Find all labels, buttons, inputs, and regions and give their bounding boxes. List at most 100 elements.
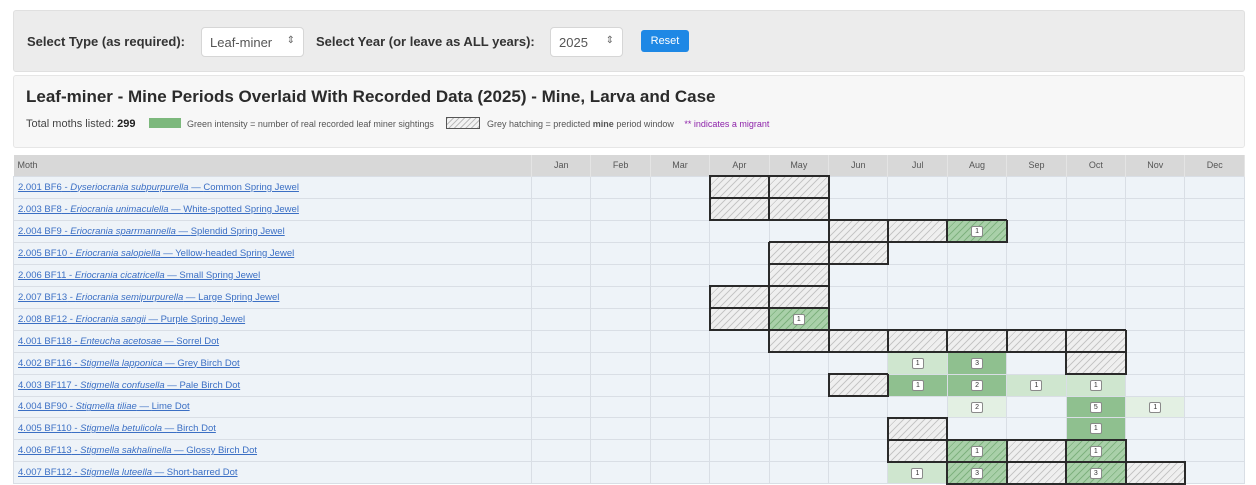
month-cell [1065,219,1127,243]
month-cell [649,197,711,221]
moth-link[interactable]: 2.007 BF13 - Eriocrania semipurpurella —… [18,292,279,303]
moth-code: 4.003 BF117 [18,379,72,391]
month-cell [530,395,592,418]
moth-link[interactable]: 4.003 BF117 - Stigmella confusella — Pal… [18,380,240,391]
moth-latin-name: Eriocrania sparrmannella [70,225,176,237]
month-cell [1184,307,1245,331]
month-cell: 1 [887,351,948,375]
total-label-text: Total moths listed: [26,118,115,130]
moth-latin-name: Eriocrania semipurpurella [75,291,184,303]
month-cell [649,263,711,287]
sighting-count-badge: 1 [911,358,924,370]
moth-link[interactable]: 4.002 BF116 - Stigmella lapponica — Grey… [18,358,240,369]
moth-cell: 4.004 BF90 - Stigmella tiliae — Lime Dot [13,395,532,418]
moth-cell: 4.001 BF118 - Enteucha acetosae — Sorrel… [13,329,532,353]
year-select[interactable]: 2025 ⇕ [550,27,623,57]
mine-period-table: Moth Jan Feb Mar Apr May Jun Jul Aug Sep Oct Nov De… [13,155,1245,485]
month-cell [828,439,889,462]
moth-link[interactable]: 4.004 BF90 - Stigmella tiliae — Lime Dot [18,401,190,412]
table-row: 2.007 BF13 - Eriocrania semipurpurella —… [13,285,1245,309]
type-select-value: Leaf-miner [210,35,273,50]
moth-code: 2.004 BF9 [18,225,62,237]
month-header: Jun [828,155,889,176]
month-cell [1065,329,1127,353]
moth-code: 2.006 BF11 [18,269,67,281]
month-cell [886,438,949,463]
month-cell [828,417,889,440]
year-select-label: Select Year (or leave as ALL years): [316,34,535,49]
moth-latin-name: Stigmella lapponica [80,357,163,369]
month-cell [590,329,651,353]
month-cell [709,417,770,440]
month-cell [590,417,651,440]
moth-common-name: Splendid Spring Jewel [190,225,285,237]
moth-link[interactable]: 2.005 BF10 - Eriocrania salopiella — Yel… [18,248,294,259]
month-cell [649,219,711,243]
month-cell [768,461,830,484]
month-cell [590,351,651,375]
month-cell [1065,263,1127,287]
chevron-updown-icon: ⇕ [605,35,614,46]
month-cell: 5 [1065,395,1127,418]
table-row: 2.006 BF11 - Eriocrania cicatricella — S… [13,263,1245,287]
moth-latin-name: Eriocrania sangii [75,313,146,325]
month-header: Nov [1125,155,1186,176]
chevron-updown-icon: ⇕ [286,35,295,46]
month-cell [649,351,711,375]
month-cell: 2 [946,395,1008,418]
month-cell [649,329,711,353]
month-cell [708,307,771,331]
moth-common-name: Small Spring Jewel [179,269,261,281]
moth-cell: 4.003 BF117 - Stigmella confusella — Pal… [13,373,532,397]
month-cell [887,307,948,331]
month-cell [1006,417,1067,440]
month-cell [828,175,889,199]
month-cell [649,439,711,462]
month-cell [590,461,651,484]
page: Select Type (as required): Leaf-miner ⇕ … [0,0,1256,485]
month-cell [590,175,651,199]
month-cell [1184,417,1245,440]
reset-button[interactable]: Reset [641,30,689,52]
month-cell: 1 [1125,395,1186,418]
moth-cell: 2.007 BF13 - Eriocrania semipurpurella —… [13,285,532,309]
moth-cell: 2.008 BF12 - Eriocrania sangii — Purple … [13,307,532,331]
month-cell [1184,219,1245,243]
moth-link[interactable]: 4.006 BF113 - Stigmella sakhalinella — G… [18,445,257,456]
month-cell [946,307,1008,331]
month-cell [828,197,889,221]
moth-common-name: Sorrel Dot [176,335,220,347]
moth-cell: 4.007 BF112 - Stigmella luteella — Short… [13,461,532,484]
month-header: Sep [1006,155,1067,176]
moth-link[interactable]: 2.004 BF9 - Eriocrania sparrmannella — S… [18,226,285,237]
sighting-count-badge: 1 [1089,423,1102,435]
month-cell [709,461,770,484]
moth-link[interactable]: 4.007 BF112 - Stigmella luteella — Short… [18,467,238,478]
moth-link[interactable]: 2.001 BF6 - Dyseriocrania subpurpurella … [18,182,299,193]
sighting-count-badge: 1 [1149,401,1162,413]
moth-latin-name: Stigmella betulicola [80,423,163,434]
month-cell [708,285,771,309]
table-row: 4.004 BF90 - Stigmella tiliae — Lime Dot… [13,395,1245,418]
month-cell [530,197,592,221]
sighting-count-badge: 3 [971,358,984,370]
month-cell: 3 [946,460,1008,485]
legend-grey-bold: mine [592,119,614,129]
month-cell [828,285,889,309]
moth-link[interactable]: 4.005 BF110 - Stigmella betulicola — Bir… [18,423,216,434]
month-cell [590,373,651,397]
moth-link[interactable]: 4.001 BF118 - Enteucha acetosae — Sorrel… [18,336,219,347]
legend-grey-text: Grey hatching = predicted [486,119,591,129]
month-cell [649,241,711,265]
month-cell [708,197,771,221]
table-row: 2.004 BF9 - Eriocrania sparrmannella — S… [13,219,1245,243]
month-cell [590,219,651,243]
moth-link[interactable]: 2.008 BF12 - Eriocrania sangii — Purple … [18,314,245,325]
month-cell [946,417,1008,440]
year-select-value: 2025 [559,35,588,50]
month-cell [649,285,711,309]
moth-link[interactable]: 2.003 BF8 - Eriocrania unimaculella — Wh… [18,204,299,215]
type-select[interactable]: Leaf-miner ⇕ [201,27,304,57]
moth-link[interactable]: 2.006 BF11 - Eriocrania cicatricella — S… [18,270,260,281]
month-cell [649,461,711,484]
